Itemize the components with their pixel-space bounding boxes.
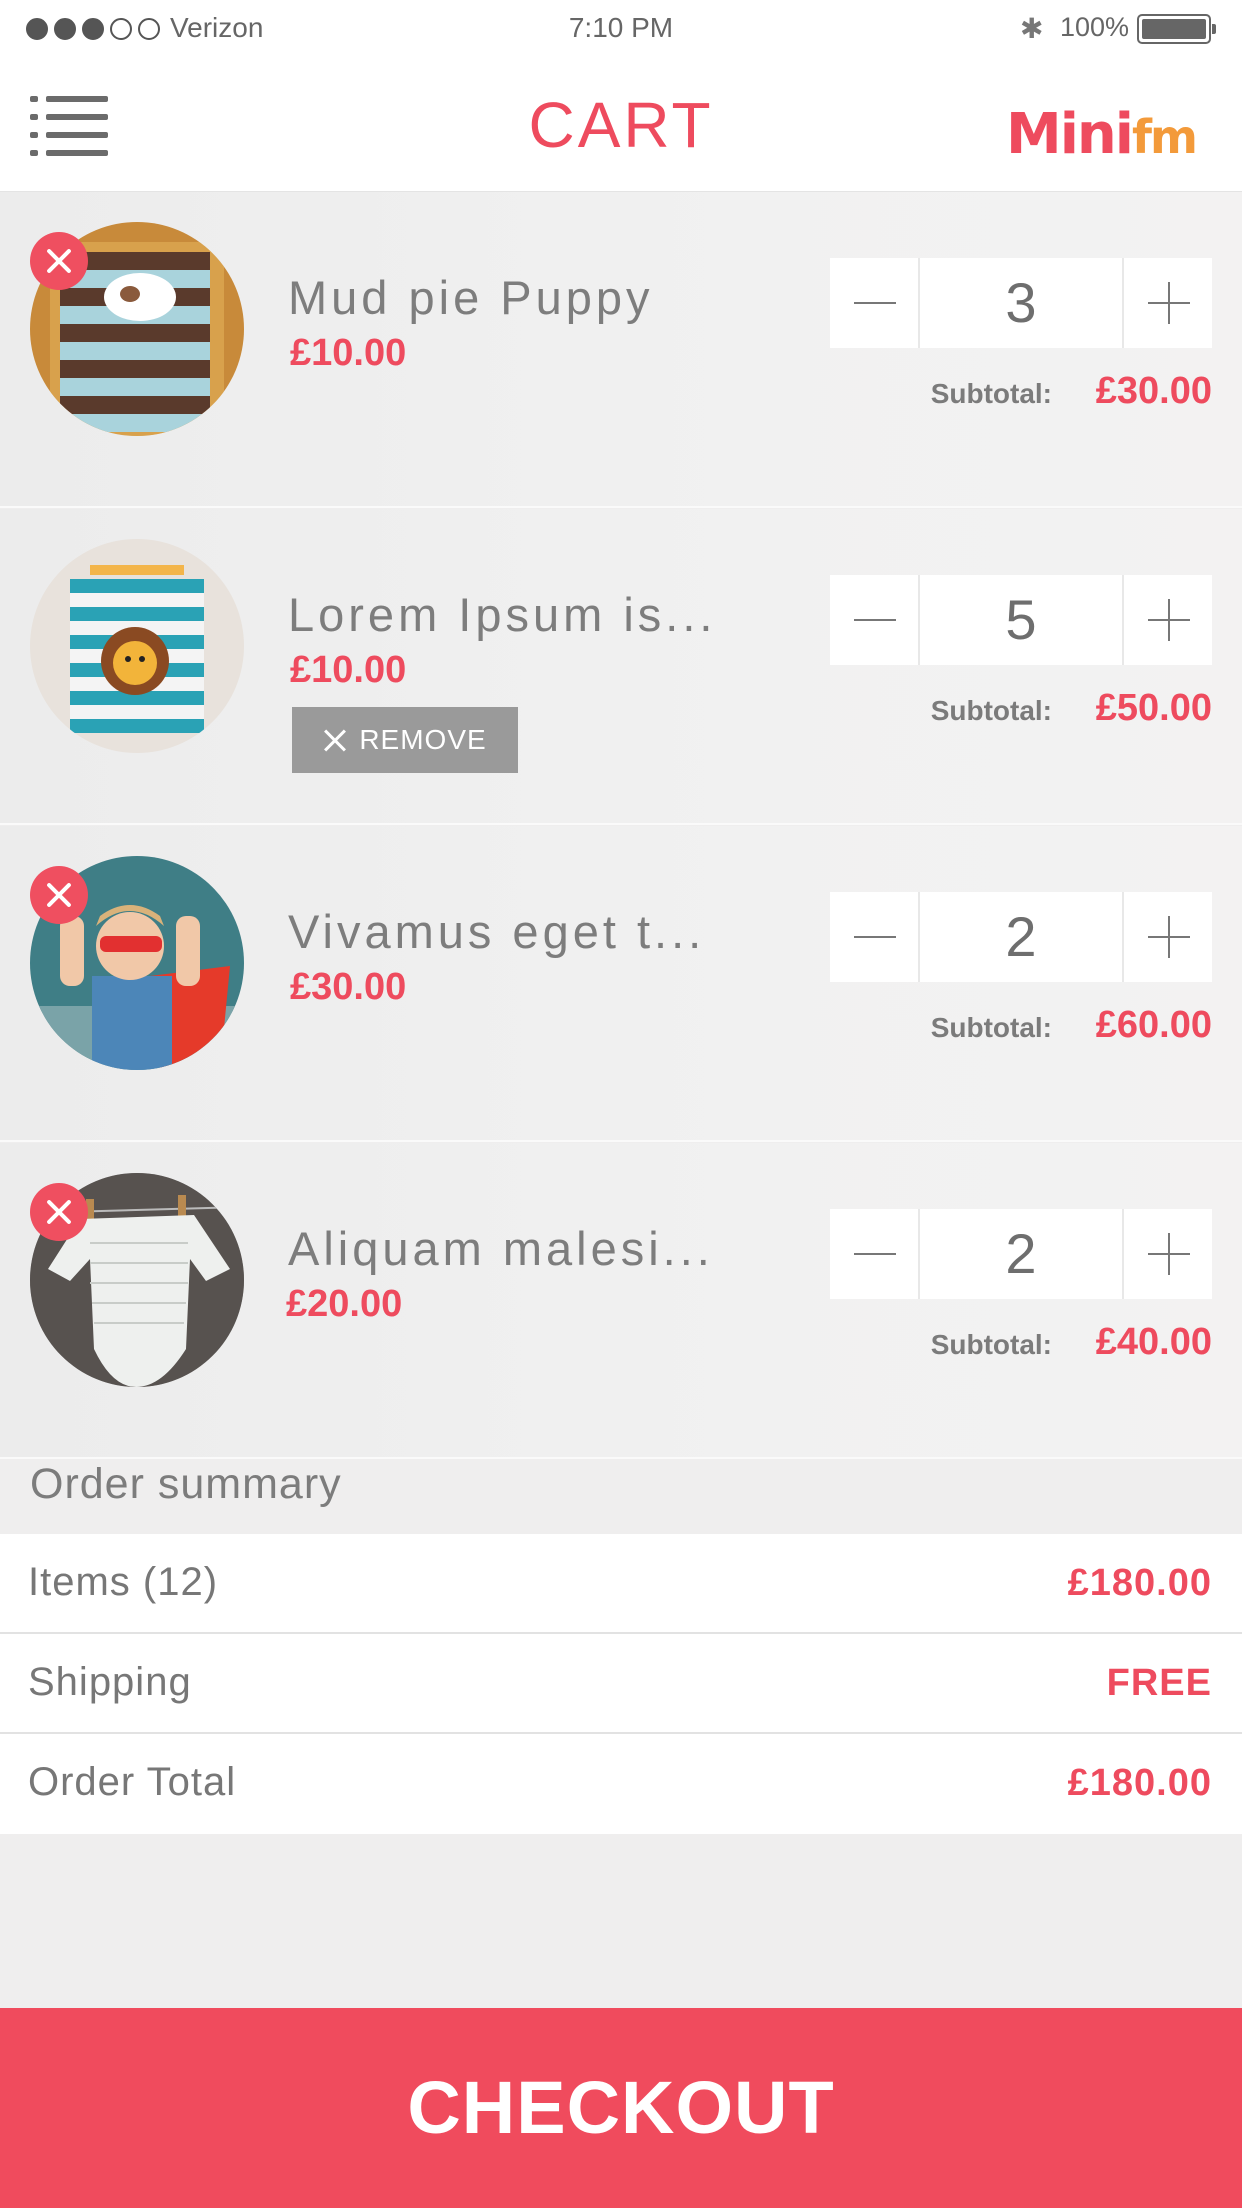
quantity-value: 2 [1005, 1222, 1037, 1285]
remove-item-icon[interactable] [30, 1183, 88, 1241]
summary-label: Shipping [28, 1660, 192, 1704]
remove-item-icon[interactable] [30, 232, 88, 290]
quantity-value: 2 [1005, 905, 1037, 968]
battery-percent: 100% [1060, 12, 1130, 42]
quantity-stepper: 2 [830, 1209, 1212, 1299]
summary-row-total: Order Total £180.00 [0, 1734, 1242, 1834]
summary-label: Items (12) [28, 1560, 219, 1604]
subtotal-value: £50.00 [1095, 687, 1212, 729]
battery-icon [1137, 14, 1216, 44]
summary-row-items: Items (12) £180.00 [0, 1534, 1242, 1634]
quantity-value: 3 [1005, 271, 1037, 334]
summary-row-shipping: Shipping FREE [0, 1634, 1242, 1734]
summary-value: £180.00 [1067, 1762, 1212, 1804]
product-name[interactable]: Vivamus eget t... [288, 904, 705, 959]
remove-button[interactable]: REMOVE [292, 707, 518, 773]
increase-quantity-button[interactable] [1122, 1209, 1212, 1299]
subtotal-label: Subtotal: [930, 1329, 1052, 1360]
cart-item: Mud pie Puppy £10.00 3 Subtotal: £30.00 [0, 192, 1242, 508]
subtotal-label: Subtotal: [930, 1012, 1052, 1043]
bluetooth-icon: ✱ [1020, 13, 1044, 44]
product-image-lion-romper[interactable] [30, 539, 244, 753]
order-summary-heading: Order summary [30, 1460, 342, 1508]
decrease-quantity-button[interactable] [830, 575, 920, 665]
increase-quantity-button[interactable] [1122, 258, 1212, 348]
cart-item: Vivamus eget t... £30.00 2 Subtotal: £60… [0, 826, 1242, 1142]
product-price: £20.00 [286, 1283, 403, 1325]
quantity-value: 5 [1005, 588, 1037, 651]
subtotal-label: Subtotal: [930, 378, 1052, 409]
remove-item-icon[interactable] [30, 866, 88, 924]
summary-label: Order Total [28, 1760, 237, 1804]
product-price: £10.00 [290, 649, 407, 691]
product-name[interactable]: Mud pie Puppy [288, 270, 654, 325]
product-price: £10.00 [290, 332, 407, 374]
increase-quantity-button[interactable] [1122, 892, 1212, 982]
subtotal-value: £60.00 [1095, 1004, 1212, 1046]
product-name[interactable]: Lorem Ipsum is... [288, 587, 716, 642]
status-bar: Verizon 7:10 PM ✱ 100% [0, 0, 1242, 58]
quantity-stepper: 5 [830, 575, 1212, 665]
order-summary: Items (12) £180.00 Shipping FREE Order T… [0, 1534, 1242, 1834]
summary-value: FREE [1106, 1662, 1212, 1704]
summary-value: £180.00 [1067, 1562, 1212, 1604]
decrease-quantity-button[interactable] [830, 258, 920, 348]
decrease-quantity-button[interactable] [830, 892, 920, 982]
product-price: £30.00 [290, 966, 407, 1008]
increase-quantity-button[interactable] [1122, 575, 1212, 665]
app-header: CART Minifm [0, 58, 1242, 192]
quantity-stepper: 3 [830, 258, 1212, 348]
minifm-logo[interactable]: Minifm [1006, 92, 1216, 168]
cart-item: Aliquam malesi... £20.00 2 Subtotal: £40… [0, 1143, 1242, 1459]
subtotal-value: £30.00 [1095, 370, 1212, 412]
decrease-quantity-button[interactable] [830, 1209, 920, 1299]
checkout-button[interactable]: CHECKOUT [0, 2008, 1242, 2208]
quantity-stepper: 2 [830, 892, 1212, 982]
remove-button-label: REMOVE [359, 724, 487, 755]
product-name[interactable]: Aliquam malesi... [288, 1221, 714, 1276]
close-icon [323, 728, 347, 752]
status-time: 7:10 PM [568, 12, 674, 43]
subtotal-label: Subtotal: [930, 695, 1052, 726]
subtotal-value: £40.00 [1095, 1321, 1212, 1363]
cart-item: Lorem Ipsum is... £10.00 REMOVE 5 Subtot… [0, 509, 1242, 825]
